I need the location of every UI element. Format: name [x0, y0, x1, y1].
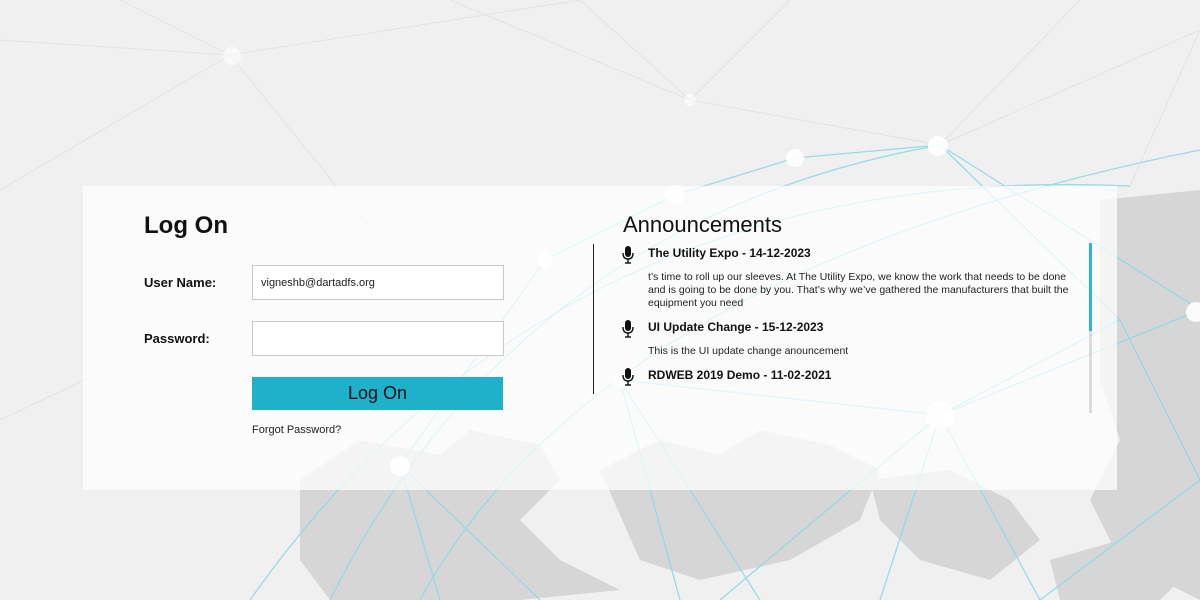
username-label: User Name: [144, 275, 217, 290]
announcement-item: UI Update Change - 15-12-2023 This is th… [614, 319, 1090, 358]
username-input[interactable] [252, 265, 504, 300]
panel-divider [593, 244, 594, 394]
announcement-item: RDWEB 2019 Demo - 11-02-2021 [614, 367, 1090, 386]
login-page: Log On User Name: Password: Log On Forgo… [0, 0, 1200, 600]
scrollbar-thumb[interactable] [1089, 243, 1092, 331]
announcement-body: This is the UI update change anouncement [648, 345, 849, 357]
forgot-password-link[interactable]: Forgot Password? [252, 424, 341, 436]
announcement-body: t’s time to roll up our sleeves. At The … [648, 271, 1069, 309]
microphone-icon [622, 320, 634, 338]
announcements-title: Announcements [623, 212, 782, 237]
announcement-item: The Utility Expo - 14-12-2023 t’s time t… [614, 245, 1090, 310]
announcements-list[interactable]: The Utility Expo - 14-12-2023 t’s time t… [614, 245, 1090, 413]
announcement-heading: RDWEB 2019 Demo - 11-02-2021 [648, 368, 832, 382]
logon-button[interactable]: Log On [252, 377, 503, 410]
microphone-icon [622, 246, 634, 264]
password-input[interactable] [252, 321, 504, 356]
login-title: Log On [144, 212, 228, 239]
announcements-scrollbar[interactable] [1089, 243, 1092, 413]
announcement-heading: UI Update Change - 15-12-2023 [648, 320, 824, 334]
password-label: Password: [144, 331, 210, 346]
microphone-icon [622, 368, 634, 386]
announcement-heading: The Utility Expo - 14-12-2023 [648, 246, 811, 260]
